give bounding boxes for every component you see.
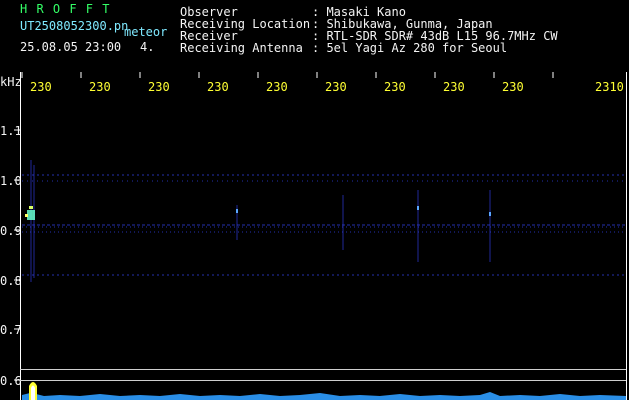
- spectrogram-plot: [14, 72, 627, 400]
- echo-dot: [489, 212, 491, 216]
- signal-level-strip: [22, 382, 626, 400]
- echo-dot: [236, 209, 238, 213]
- echo-dot: [417, 206, 419, 210]
